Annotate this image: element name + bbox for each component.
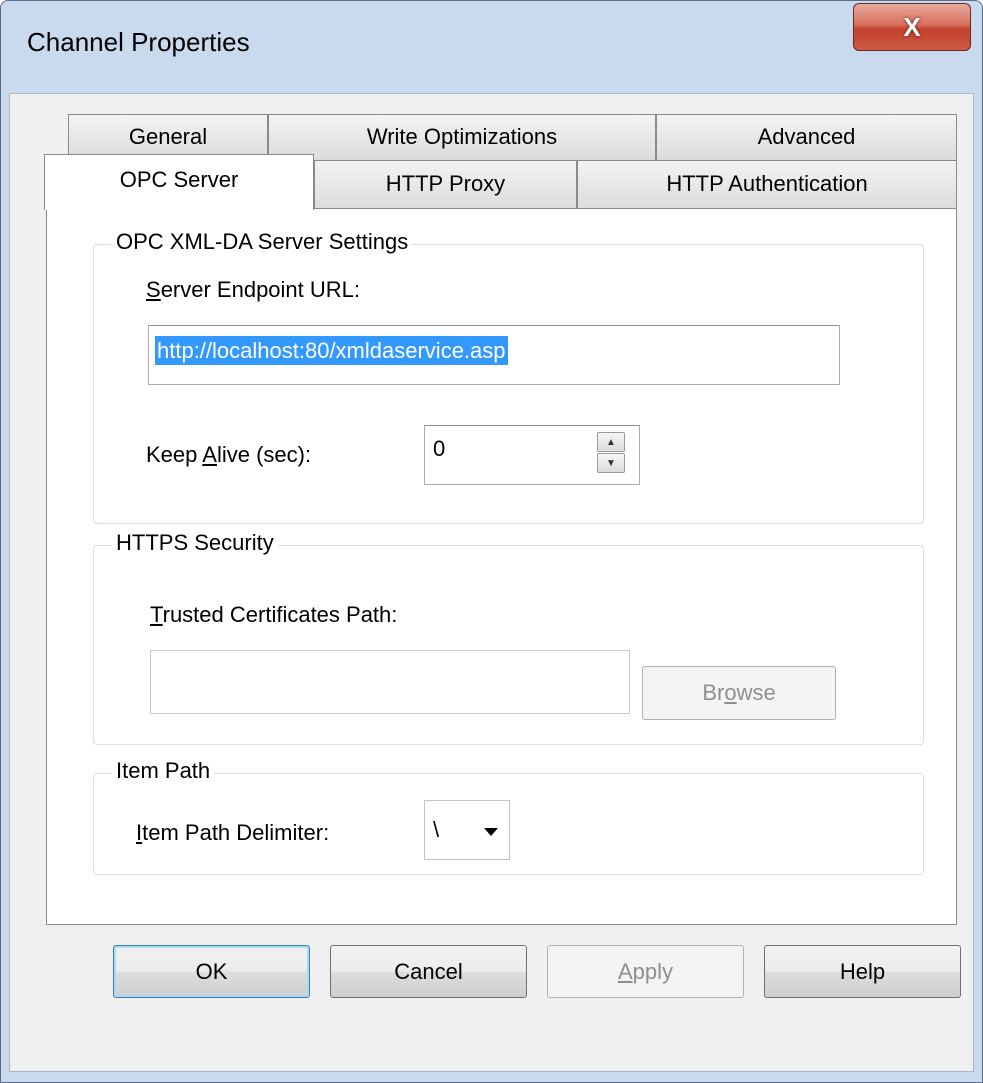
endpoint-url-value: http://localhost:80/xmldaservice.asp [155,336,508,365]
tab-advanced-label: Advanced [757,124,856,149]
endpoint-label: Server Endpoint URL: [146,277,361,302]
apply-button-label: Apply [617,958,674,984]
browse-button[interactable]: Browse [642,666,836,720]
tab-http-proxy-label: HTTP Proxy [385,171,506,196]
browse-button-label: Browse [702,680,776,705]
opc-settings-group: OPC XML-DA Server Settings Server Endpoi… [93,229,924,524]
tab-write-optimizations[interactable]: Write Optimizations [268,114,656,160]
delimiter-label: Item Path Delimiter: [136,820,330,845]
cancel-button[interactable]: Cancel [330,945,527,998]
certs-path-label: Trusted Certificates Path: [150,602,398,627]
item-path-group: Item Path Item Path Delimiter: \ [93,758,924,875]
tab-panel-opc-server: OPC XML-DA Server Settings Server Endpoi… [46,208,957,925]
ok-button[interactable]: OK [113,945,310,998]
close-icon: X [903,11,921,42]
window-title: Channel Properties [27,27,250,57]
tab-opc-server-label: OPC Server [119,167,239,192]
tab-opc-server[interactable]: OPC Server [44,154,314,210]
close-button[interactable]: X [853,3,971,51]
help-button[interactable]: Help [764,945,961,998]
endpoint-url-input[interactable]: http://localhost:80/xmldaservice.asp [148,325,840,385]
delimiter-dropdown[interactable]: \ [424,800,510,860]
spin-down-icon[interactable]: ▼ [597,453,625,473]
tab-http-authentication-label: HTTP Authentication [666,171,868,196]
ok-button-label: OK [195,958,228,984]
certs-path-input[interactable] [150,650,630,714]
keepalive-spinner-input[interactable]: 0 ▲ ▼ [424,425,640,485]
help-button-label: Help [839,958,886,984]
delimiter-value: \ [433,817,440,842]
tab-http-authentication[interactable]: HTTP Authentication [577,160,957,209]
https-security-group: HTTPS Security Trusted Certificates Path… [93,530,924,745]
tab-general-label: General [128,124,208,149]
keepalive-value: 0 [433,436,446,461]
opc-settings-legend: OPC XML-DA Server Settings [112,229,413,255]
apply-button[interactable]: Apply [547,945,744,998]
tab-advanced[interactable]: Advanced [656,114,957,160]
cancel-button-label: Cancel [394,958,463,984]
spin-up-icon[interactable]: ▲ [597,432,625,452]
tab-http-proxy[interactable]: HTTP Proxy [314,160,577,209]
keepalive-label: Keep Alive (sec): [146,442,312,467]
title-bar: Channel Properties X [1,1,982,93]
item-path-legend: Item Path [112,758,215,784]
dialog-client-area: General Write Optimizations Advanced OPC… [9,93,974,1072]
chevron-down-icon[interactable] [483,827,499,837]
dialog-window: Channel Properties X General Write Optim… [0,0,983,1083]
https-security-legend: HTTPS Security [112,530,278,556]
tab-write-optimizations-label: Write Optimizations [366,124,558,149]
